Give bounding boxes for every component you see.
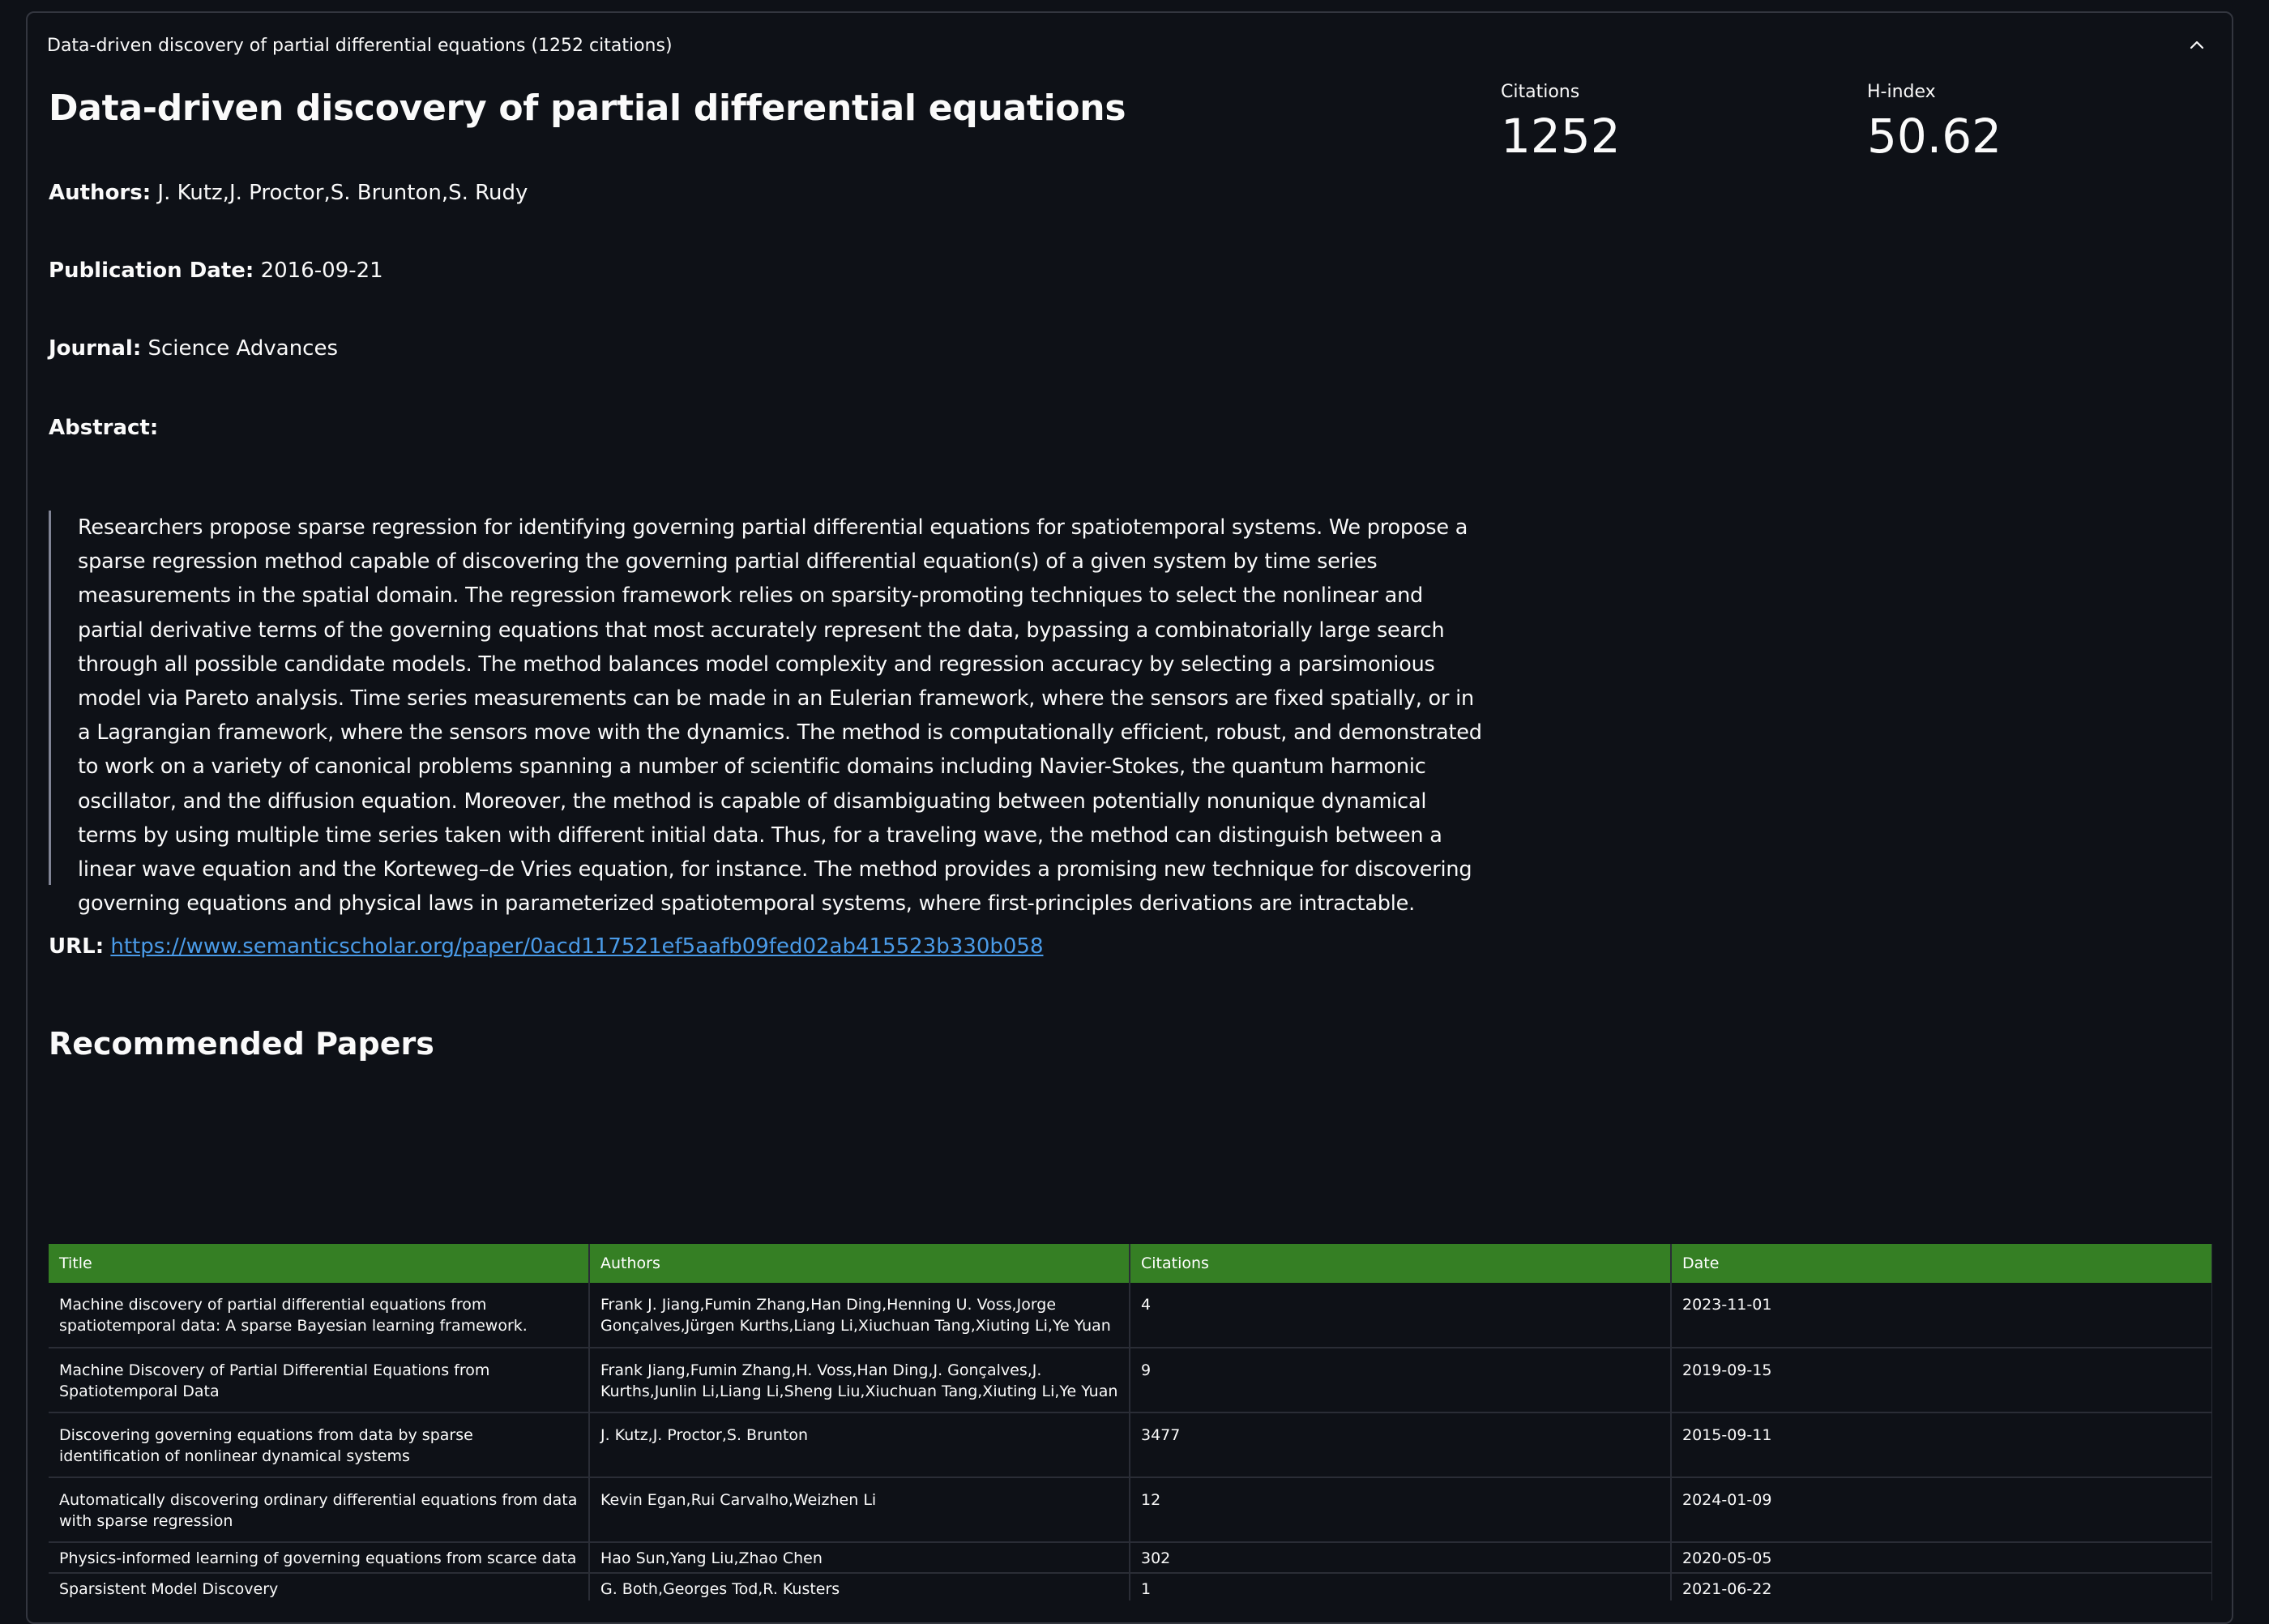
hindex-value: 50.62 [1867,109,2002,164]
citations-value: 1252 [1501,109,1621,164]
cell-citations: 12 [1130,1477,1672,1543]
journal-value: Science Advances [147,336,339,361]
table-header-row: Title Authors Citations Date [49,1244,2212,1283]
cell-date: 2020-05-05 [1671,1542,2212,1574]
abstract-text: Researchers propose sparse regression fo… [78,515,1482,917]
hindex-label: H-index [1867,82,1936,102]
publication-date-field: Publication Date: 2016-09-21 [49,254,383,287]
abstract-field: Abstract: [49,412,158,444]
citations-metric: Citations 1252 [1501,79,1621,167]
cell-title: Machine Discovery of Partial Differentia… [49,1348,590,1413]
cell-citations: 9 [1130,1348,1672,1413]
column-header-citations[interactable]: Citations [1130,1244,1672,1283]
cell-title: Discovering governing equations from dat… [49,1412,590,1478]
abstract-label: Abstract: [49,416,159,440]
cell-authors: J. Kutz,J. Proctor,S. Brunton [589,1412,1130,1478]
table-row[interactable]: Machine discovery of partial differentia… [49,1283,2212,1348]
recommended-papers-heading: Recommended Papers [49,1026,434,1062]
table-row[interactable]: Discovering governing equations from dat… [49,1412,2212,1478]
cell-authors: Kevin Egan,Rui Carvalho,Weizhen Li [589,1477,1130,1543]
column-header-title[interactable]: Title [49,1244,590,1283]
chevron-up-icon[interactable] [2185,32,2209,57]
publication-date-value: 2016-09-21 [260,259,383,283]
cell-citations: 1 [1130,1573,1672,1600]
cell-authors: Frank Jiang,Fumin Zhang,H. Voss,Han Ding… [589,1348,1130,1413]
cell-title: Sparsistent Model Discovery [49,1573,590,1600]
cell-authors: Hao Sun,Yang Liu,Zhao Chen [589,1542,1130,1574]
recommended-papers-table: Title Authors Citations Date Machine dis… [49,1244,2212,1600]
cell-authors: Frank J. Jiang,Fumin Zhang,Han Ding,Henn… [589,1283,1130,1348]
cell-title: Machine discovery of partial differentia… [49,1283,590,1348]
authors-value: J. Kutz,J. Proctor,S. Brunton,S. Rudy [157,181,528,205]
authors-field: Authors: J. Kutz,J. Proctor,S. Brunton,S… [49,177,528,209]
column-header-date[interactable]: Date [1671,1244,2212,1283]
url-field: URL: https://www.semanticscholar.org/pap… [49,930,1043,963]
cell-citations: 3477 [1130,1412,1672,1478]
authors-label: Authors: [49,181,152,205]
table-row[interactable]: Physics-informed learning of governing e… [49,1542,2212,1574]
expander-header[interactable]: Data-driven discovery of partial differe… [47,31,673,60]
journal-field: Journal: Science Advances [49,332,338,365]
table-row[interactable]: Sparsistent Model Discovery G. Both,Geor… [49,1573,2212,1600]
cell-citations: 4 [1130,1283,1672,1348]
abstract-blockquote: Researchers propose sparse regression fo… [49,511,1491,916]
cell-date: 2024-01-09 [1671,1477,2212,1543]
publication-date-label: Publication Date: [49,259,254,283]
cell-date: 2019-09-15 [1671,1348,2212,1413]
cell-title: Automatically discovering ordinary diffe… [49,1477,590,1543]
table-row[interactable]: Machine Discovery of Partial Differentia… [49,1348,2212,1413]
expander-header-label: Data-driven discovery of partial differe… [47,35,673,56]
url-label: URL: [49,934,105,959]
cell-date: 2021-06-22 [1671,1573,2212,1600]
paper-title: Data-driven discovery of partial differe… [49,88,1126,129]
cell-title: Physics-informed learning of governing e… [49,1542,590,1574]
citations-label: Citations [1501,82,1580,102]
cell-citations: 302 [1130,1542,1672,1574]
cell-authors: G. Both,Georges Tod,R. Kusters [589,1573,1130,1600]
hindex-metric: H-index 50.62 [1867,79,2002,167]
cell-date: 2015-09-11 [1671,1412,2212,1478]
column-header-authors[interactable]: Authors [589,1244,1130,1283]
cell-date: 2023-11-01 [1671,1283,2212,1348]
paper-url-link[interactable]: https://www.semanticscholar.org/paper/0a… [110,934,1043,959]
journal-label: Journal: [49,336,142,361]
table-row[interactable]: Automatically discovering ordinary diffe… [49,1477,2212,1543]
